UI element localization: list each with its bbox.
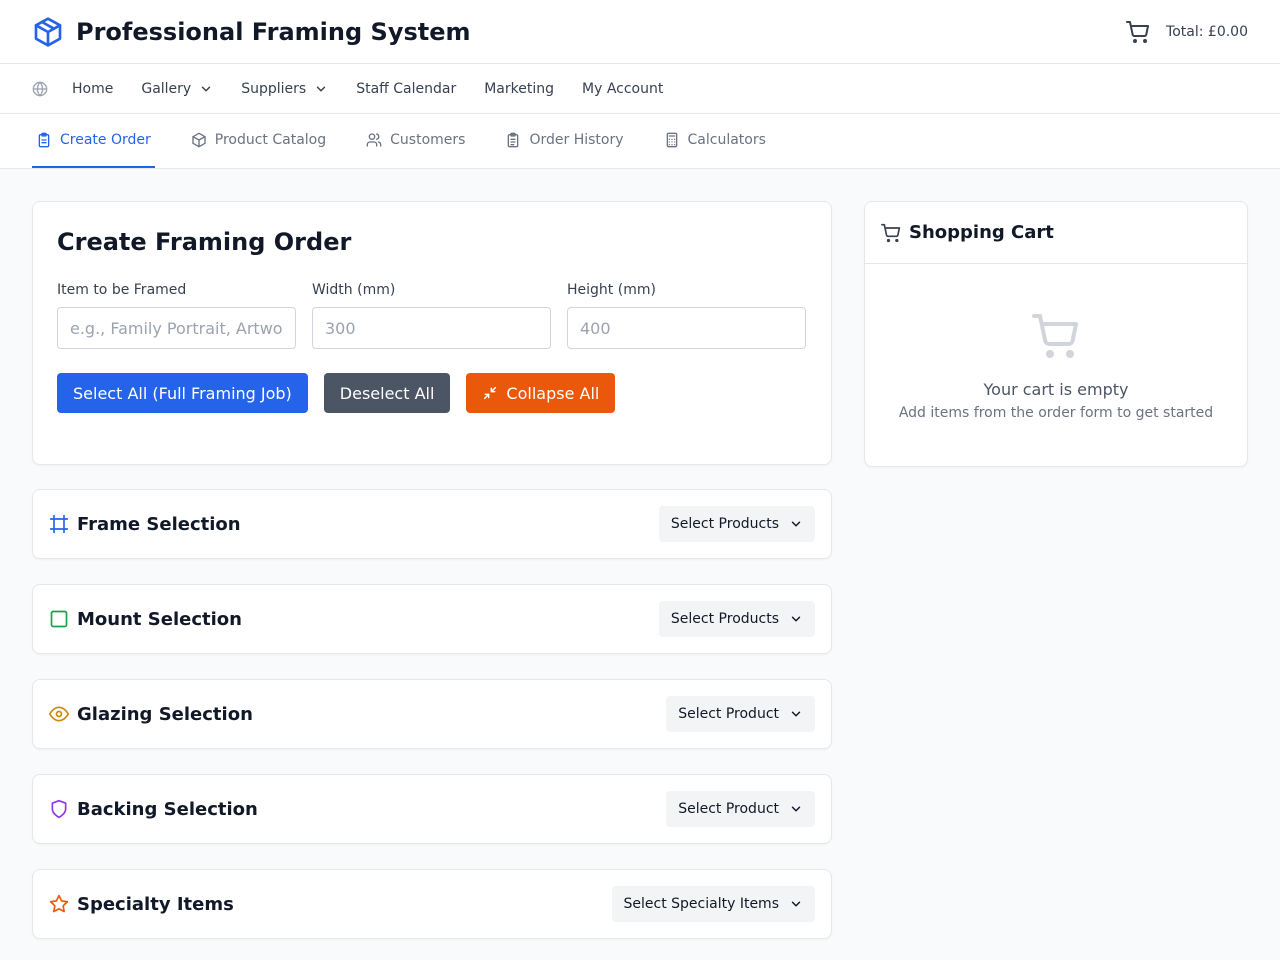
order-fields: Item to be Framed Width (mm) Height (mm)	[57, 282, 807, 349]
tab-customers-label: Customers	[390, 132, 466, 148]
width-label: Width (mm)	[312, 282, 396, 298]
clipboard-list-icon	[505, 132, 521, 148]
height-label: Height (mm)	[567, 282, 656, 298]
frame-icon	[49, 514, 69, 534]
glazing-selection-title: Glazing Selection	[77, 703, 253, 725]
mount-selection-section[interactable]: Mount Selection Select Products	[32, 584, 832, 654]
tab-calculators[interactable]: Calculators	[660, 114, 770, 168]
tab-bar: Create Order Product Catalog Customers O…	[0, 114, 1280, 169]
order-actions: Select All (Full Framing Job) Deselect A…	[57, 373, 807, 413]
mount-select-products-button[interactable]: Select Products	[658, 601, 815, 637]
cart-icon[interactable]	[1126, 20, 1150, 44]
eye-icon	[49, 704, 69, 724]
nav-home[interactable]: Home	[72, 81, 113, 97]
shield-icon	[49, 799, 69, 819]
width-input[interactable]	[312, 307, 551, 349]
cart-total-text: Total: £0.00	[1166, 23, 1248, 40]
brand[interactable]: Professional Framing System	[32, 16, 471, 48]
item-field-group: Item to be Framed	[57, 282, 296, 349]
create-order-card: Create Framing Order Item to be Framed W…	[32, 201, 832, 465]
tab-calculators-label: Calculators	[687, 132, 766, 148]
star-icon	[49, 894, 69, 914]
chevron-down-icon	[789, 707, 803, 721]
minimize-icon	[482, 385, 498, 401]
clipboard-icon	[36, 132, 52, 148]
tab-create-order[interactable]: Create Order	[32, 114, 155, 168]
frame-select-label: Select Products	[670, 516, 779, 532]
cart-empty-icon	[1032, 312, 1080, 360]
cart-summary[interactable]: Total: £0.00	[1126, 20, 1248, 44]
nav-gallery-label: Gallery	[141, 80, 192, 97]
width-field-group: Width (mm)	[312, 282, 551, 349]
tab-customers[interactable]: Customers	[362, 114, 469, 168]
cart-icon	[881, 223, 901, 243]
nav-marketing-label: Marketing	[484, 80, 554, 97]
height-field-group: Height (mm)	[567, 282, 806, 349]
chevron-down-icon	[199, 82, 213, 96]
tab-product-catalog[interactable]: Product Catalog	[187, 114, 330, 168]
specialty-items-section[interactable]: Specialty Items Select Specialty Items	[32, 869, 832, 939]
nav-suppliers[interactable]: Suppliers	[241, 81, 328, 97]
backing-select-label: Select Product	[678, 801, 779, 817]
mount-selection-title: Mount Selection	[77, 608, 242, 630]
tab-order-history-label: Order History	[529, 132, 624, 148]
select-all-button[interactable]: Select All (Full Framing Job)	[57, 373, 308, 413]
backing-select-product-button[interactable]: Select Product	[666, 791, 815, 827]
collapse-all-button[interactable]: Collapse All	[466, 373, 616, 413]
main-nav: Home Gallery Suppliers Staff Calendar Ma…	[0, 64, 1280, 114]
globe-icon	[32, 81, 48, 97]
frame-select-products-button[interactable]: Select Products	[658, 506, 815, 542]
specialty-items-title: Specialty Items	[77, 893, 234, 915]
mount-select-label: Select Products	[670, 611, 779, 627]
frame-selection-section[interactable]: Frame Selection Select Products	[32, 489, 832, 559]
specialty-select-label: Select Specialty Items	[623, 896, 779, 912]
calculator-icon	[664, 132, 680, 148]
nav-suppliers-label: Suppliers	[241, 80, 307, 97]
users-icon	[366, 132, 382, 148]
shopping-cart-panel: Shopping Cart Your cart is empty Add ite…	[864, 201, 1248, 467]
app-header: Professional Framing System Total: £0.00	[0, 0, 1280, 64]
item-input[interactable]	[57, 307, 296, 349]
item-label: Item to be Framed	[57, 282, 187, 298]
package-icon	[191, 132, 207, 148]
cart-empty-subtitle: Add items from the order form to get sta…	[898, 405, 1214, 421]
order-title: Create Framing Order	[57, 228, 352, 256]
nav-staff-calendar-label: Staff Calendar	[356, 80, 457, 97]
cart-empty-title: Your cart is empty	[983, 380, 1129, 399]
height-input[interactable]	[567, 307, 806, 349]
nav-staff-calendar[interactable]: Staff Calendar	[356, 81, 456, 97]
chevron-down-icon	[789, 517, 803, 531]
glazing-select-product-button[interactable]: Select Product	[666, 696, 815, 732]
backing-selection-section[interactable]: Backing Selection Select Product	[32, 774, 832, 844]
cart-header: Shopping Cart	[865, 202, 1247, 264]
deselect-all-button[interactable]: Deselect All	[323, 373, 451, 413]
nav-marketing[interactable]: Marketing	[484, 81, 554, 97]
chevron-down-icon	[789, 897, 803, 911]
glazing-select-label: Select Product	[678, 706, 779, 722]
square-icon	[49, 609, 69, 629]
nav-gallery[interactable]: Gallery	[141, 81, 213, 97]
chevron-down-icon	[314, 82, 328, 96]
collapse-all-label: Collapse All	[506, 383, 600, 403]
frame-selection-title: Frame Selection	[77, 513, 241, 535]
tab-order-history[interactable]: Order History	[501, 114, 627, 168]
cart-title: Shopping Cart	[909, 222, 1054, 243]
tab-create-order-label: Create Order	[60, 132, 151, 148]
nav-my-account-label: My Account	[582, 80, 664, 97]
glazing-selection-section[interactable]: Glazing Selection Select Product	[32, 679, 832, 749]
cart-empty-state: Your cart is empty Add items from the or…	[865, 264, 1247, 421]
nav-my-account[interactable]: My Account	[582, 81, 663, 97]
cube-icon	[32, 16, 64, 48]
specialty-select-items-button[interactable]: Select Specialty Items	[611, 886, 815, 922]
chevron-down-icon	[789, 802, 803, 816]
nav-home-label: Home	[72, 80, 114, 97]
backing-selection-title: Backing Selection	[77, 798, 258, 820]
tab-product-catalog-label: Product Catalog	[214, 132, 327, 148]
app-title: Professional Framing System	[76, 17, 471, 46]
chevron-down-icon	[789, 612, 803, 626]
